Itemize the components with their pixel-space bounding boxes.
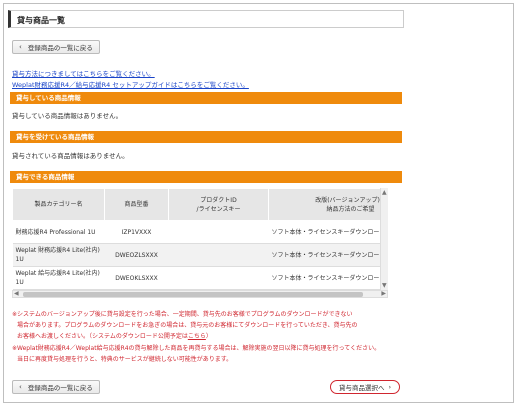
cell-product-id <box>168 266 269 290</box>
note-line-1: ※システムのバージョンアップ後に貸与設定を行った場合、一定期間、貸与先のお客様で… <box>12 311 353 318</box>
received-section-text: 貸与されている商品情報はありません。 <box>12 152 129 160</box>
available-section-header: 貸与できる商品情報 <box>10 171 402 183</box>
scroll-thumb[interactable] <box>23 292 363 297</box>
table-row[interactable]: Weplat 給与応援R4 Lite(社内) 1U DWEOKLSXXX ソフト… <box>12 266 388 290</box>
scroll-up-icon[interactable]: ▲ <box>382 189 387 196</box>
col-header-category: 製品カテゴリー名 <box>12 188 105 221</box>
page-title-text: 貸与商品一覧 <box>17 16 65 25</box>
scroll-right-icon[interactable]: ▶ <box>381 290 386 297</box>
cell-delivery: ソフト本体・ライセンスキーダウンロード希 <box>268 220 388 244</box>
received-section-header: 貸与を受けている商品情報 <box>10 131 402 143</box>
setup-guide-link[interactable]: Weplat財務応援R4／給与応援R4 セットアップガイドはこちらをご覧ください… <box>12 79 249 89</box>
col-header-product-id: プロダクトID /ライセンスキー <box>168 188 269 221</box>
download-schedule-link[interactable]: こちら <box>188 333 206 340</box>
chevron-left-icon: ‹ <box>19 43 22 51</box>
cell-product-id <box>168 220 269 244</box>
chevron-right-icon: › <box>388 383 392 391</box>
back-button-label: 登録商品の一覧に戻る <box>27 384 93 392</box>
col-header-delivery: 改版(バージョンアップ)時 納品方法のご希望 <box>268 188 388 221</box>
note-line-3-end: ） <box>205 333 212 340</box>
back-button-label: 登録商品の一覧に戻る <box>27 44 93 52</box>
col-header-model: 商品型番 <box>104 188 169 221</box>
cell-delivery: ソフト本体・ライセンスキーダウンロード希 <box>268 243 388 267</box>
lending-section-text: 貸与している商品情報はありません。 <box>12 112 123 120</box>
cell-delivery: ソフト本体・ライセンスキーダウンロード希 <box>268 266 388 290</box>
back-to-list-button-bottom[interactable]: ‹ 登録商品の一覧に戻る <box>12 380 100 394</box>
back-to-list-button[interactable]: ‹ 登録商品の一覧に戻る <box>12 40 100 54</box>
cell-model: IZP1VXXX <box>104 220 169 244</box>
cell-product-id <box>168 243 269 267</box>
cell-model: DWEOKLSXXX <box>104 266 169 290</box>
note-line-5: 当日に再度貸与処理を行うと、特典のサービスが継続しない可能性があります。 <box>17 356 233 363</box>
table-vertical-scrollbar[interactable]: ▲ ▼ <box>380 188 388 290</box>
note-line-2: 場合があります。プログラムのダウンロードをお急ぎの場合は、貸与元のお客様にてダウ… <box>17 322 358 329</box>
lending-section-header: 貸与している商品情報 <box>10 92 402 104</box>
next-button-label: 貸与商品選択へ <box>338 384 385 392</box>
note-line-3: お客様へお渡しください。（システムのダウンロード公開予定はこちら） <box>17 331 212 340</box>
select-lending-product-button[interactable]: 貸与商品選択へ › <box>330 380 400 394</box>
chevron-left-icon: ‹ <box>19 383 22 391</box>
cell-model: DWEOZLSXXX <box>104 243 169 267</box>
howto-link[interactable]: 貸与方法につきましてはこちらをご覧ください。 <box>12 68 155 78</box>
cell-category: Weplat 給与応援R4 Lite(社内) 1U <box>12 266 105 290</box>
available-products-table[interactable]: 製品カテゴリー名 商品型番 プロダクトID /ライセンスキー 改版(バージョンア… <box>12 188 388 300</box>
table-row[interactable]: Weplat 財務応援R4 Lite(社内) 1U DWEOZLSXXX ソフト… <box>12 243 388 267</box>
cell-category: 財務応援R4 Professional 1U <box>12 220 105 244</box>
table-horizontal-scrollbar[interactable]: ◀ ▶ <box>12 290 388 298</box>
scroll-left-icon[interactable]: ◀ <box>14 290 19 297</box>
scroll-down-icon[interactable]: ▼ <box>382 282 387 289</box>
cell-category: Weplat 財務応援R4 Lite(社内) 1U <box>12 243 105 267</box>
table-row[interactable]: 財務応援R4 Professional 1U IZP1VXXX ソフト本体・ライ… <box>12 220 388 244</box>
note-line-3-text: お客様へお渡しください。（システムのダウンロード公開予定は <box>17 333 188 340</box>
note-line-4: ※Weplat財務応援R4／Weplat給与応援R4の貸与解除した商品を再貸与す… <box>12 345 381 352</box>
page-title: 貸与商品一覧 <box>8 10 404 28</box>
